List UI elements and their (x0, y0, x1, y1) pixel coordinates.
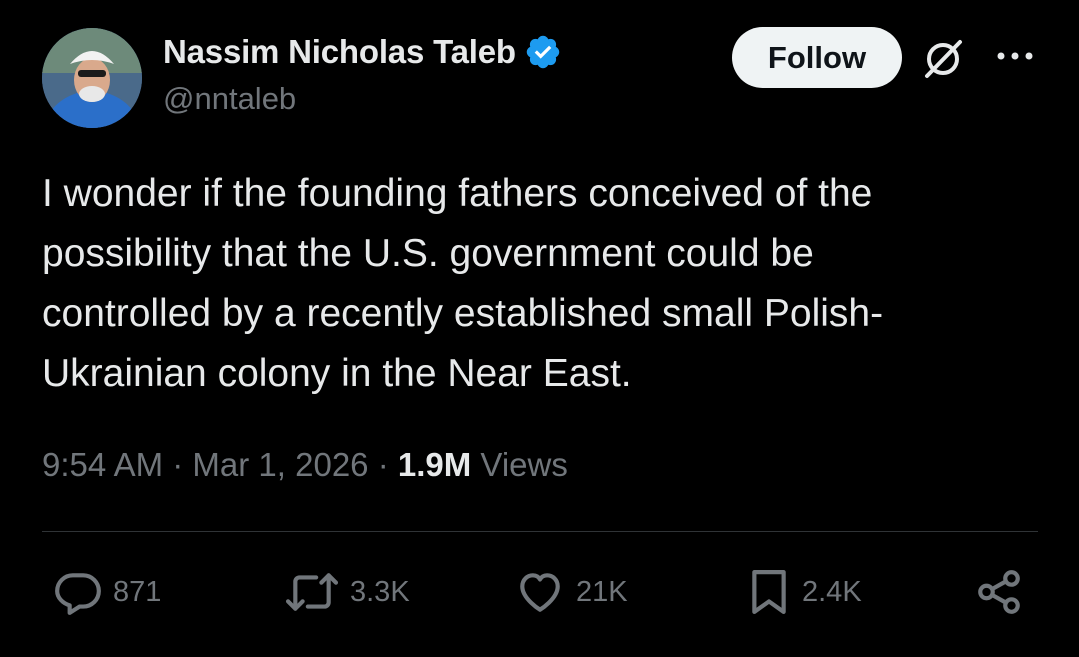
grok-icon[interactable] (920, 36, 966, 82)
views-count[interactable]: 1.9M (398, 446, 471, 483)
tweet-text-line: controlled by a recently established sma… (42, 292, 884, 335)
avatar-photo (42, 28, 142, 128)
meta-separator: · (172, 446, 184, 483)
author-display-name[interactable]: Nassim Nicholas Taleb (163, 33, 516, 71)
verified-badge-icon[interactable] (524, 33, 562, 71)
meta-separator: · (377, 446, 389, 483)
share-icon (978, 570, 1020, 614)
follow-button[interactable]: Follow (732, 27, 902, 88)
repost-button[interactable]: 3.3K (284, 566, 410, 618)
tweet-text-line: possibility that the U.S. government cou… (42, 232, 814, 275)
repost-count: 3.3K (350, 575, 410, 608)
heart-icon (520, 573, 560, 612)
bookmark-count: 2.4K (802, 575, 862, 608)
repost-icon (285, 573, 339, 611)
more-dots-icon[interactable] (995, 44, 1035, 68)
author-handle[interactable]: @nntaleb (163, 81, 296, 117)
reply-icon (55, 573, 101, 615)
avatar[interactable] (42, 28, 142, 128)
reply-button[interactable]: 871 (53, 566, 161, 618)
tweet-text-line: Ukrainian colony in the Near East. (42, 352, 632, 395)
like-count: 21K (576, 575, 628, 608)
bookmark-icon (752, 570, 786, 614)
share-button[interactable] (974, 566, 1024, 618)
reply-count: 871 (113, 575, 162, 608)
tweet-time[interactable]: 9:54 AM (42, 446, 163, 483)
tweet-text: I wonder if the founding fathers conceiv… (42, 164, 1032, 404)
like-button[interactable]: 21K (514, 566, 628, 618)
divider (42, 531, 1038, 532)
views-label: Views (480, 446, 568, 483)
tweet-meta: 9:54 AM · Mar 1, 2026 · 1.9M Views (42, 446, 568, 484)
bookmark-button[interactable]: 2.4K (746, 566, 862, 618)
tweet-date[interactable]: Mar 1, 2026 (192, 446, 368, 483)
tweet-text-line: I wonder if the founding fathers conceiv… (42, 172, 873, 215)
author-name-row: Nassim Nicholas Taleb (163, 30, 562, 74)
